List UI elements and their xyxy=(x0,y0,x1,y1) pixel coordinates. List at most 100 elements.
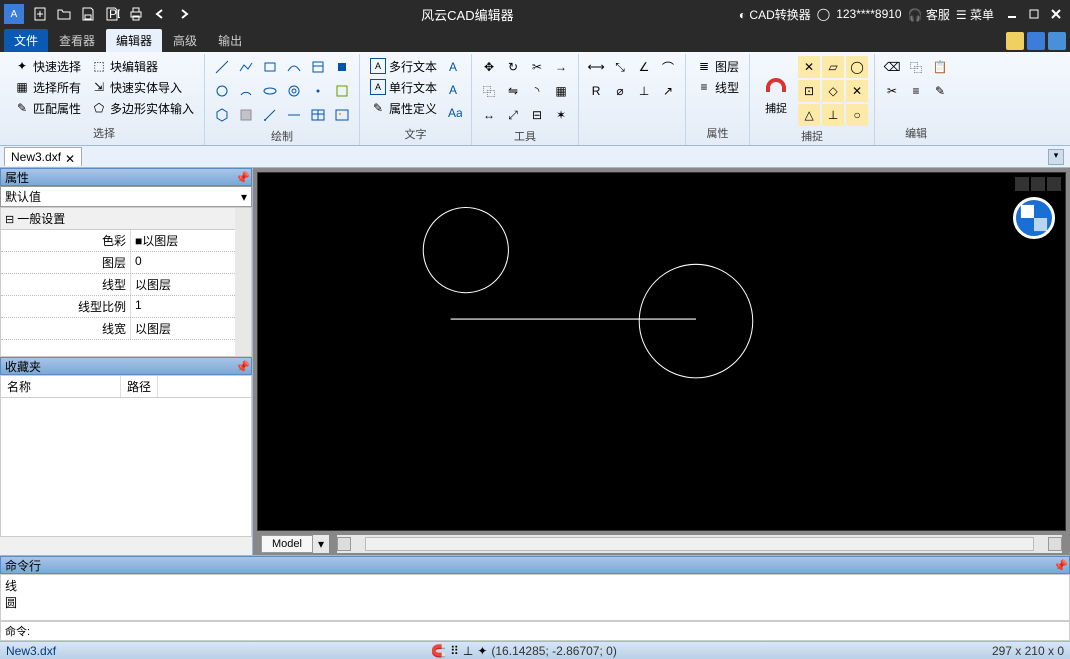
polygon-entity-input-button[interactable]: ⬠多边形实体输入 xyxy=(87,98,198,118)
scroll-right-icon[interactable] xyxy=(1048,537,1062,551)
tool-scale-icon[interactable]: ⤢ xyxy=(502,104,524,126)
view-cube-icon[interactable] xyxy=(1013,197,1055,239)
draw-region-icon[interactable] xyxy=(235,104,257,126)
snap-button[interactable]: 捕捉 xyxy=(756,56,796,126)
command-history[interactable]: 线 圆 xyxy=(0,574,1070,621)
drawing-canvas[interactable] xyxy=(257,172,1066,531)
canvas-max-icon[interactable] xyxy=(1031,177,1045,191)
edit-props-icon[interactable]: ≡ xyxy=(905,80,927,102)
draw-arc-icon[interactable] xyxy=(235,80,257,102)
open-icon[interactable] xyxy=(53,3,75,25)
tool-trim-icon[interactable]: ✂ xyxy=(526,56,548,78)
draw-ray-icon[interactable] xyxy=(259,104,281,126)
fav-col-path[interactable]: 路径 xyxy=(121,376,158,397)
text-style-icon[interactable]: A xyxy=(443,56,465,78)
command-input[interactable] xyxy=(34,625,1069,637)
tool-break-icon[interactable]: ⊟ xyxy=(526,104,548,126)
layout-dropdown-icon[interactable]: ▾ xyxy=(313,537,329,551)
tool-stretch-icon[interactable]: ↔ xyxy=(478,104,500,126)
layer-button[interactable]: ≣图层 xyxy=(692,56,743,76)
snap-tan-icon[interactable]: ○ xyxy=(846,104,868,126)
draw-point-icon[interactable] xyxy=(307,80,329,102)
tool-array-icon[interactable]: ▦ xyxy=(550,80,572,102)
scroll-left-icon[interactable] xyxy=(337,537,351,551)
draw-3d-icon[interactable] xyxy=(211,104,233,126)
snap-perp-icon[interactable]: ⊥ xyxy=(822,104,844,126)
draw-hatch-icon[interactable] xyxy=(307,56,329,78)
linetype-button[interactable]: ≡线型 xyxy=(692,77,743,97)
draw-insert-icon[interactable] xyxy=(331,80,353,102)
converter-link[interactable]: ◐ CAD转换器 xyxy=(739,6,811,23)
tool-move-icon[interactable]: ✥ xyxy=(478,56,500,78)
snap-node-icon[interactable]: ⊡ xyxy=(798,80,820,102)
tab-advanced[interactable]: 高级 xyxy=(163,29,207,52)
draw-image-icon[interactable] xyxy=(331,104,353,126)
tool-copy-icon[interactable]: ⿻ xyxy=(478,80,500,102)
block-editor-button[interactable]: ⬚块编辑器 xyxy=(87,56,198,76)
close-tab-icon[interactable]: ✕ xyxy=(65,152,75,162)
dim-ordinate-icon[interactable]: ⊥ xyxy=(633,80,655,102)
edit-cut-icon[interactable]: ✂ xyxy=(881,80,903,102)
service-link[interactable]: 🎧 客服 xyxy=(908,6,950,23)
dim-arc-icon[interactable]: ⌒ xyxy=(657,56,679,78)
doc-tabs-dropdown-icon[interactable]: ▾ xyxy=(1048,149,1064,165)
snap-ins-icon[interactable]: △ xyxy=(798,104,820,126)
dim-diameter-icon[interactable]: ⌀ xyxy=(609,80,631,102)
canvas-dock-icon[interactable] xyxy=(1015,177,1029,191)
dim-leader-icon[interactable]: ↗ xyxy=(657,80,679,102)
new-icon[interactable] xyxy=(29,3,51,25)
draw-solid-icon[interactable] xyxy=(331,56,353,78)
save-icon[interactable] xyxy=(77,3,99,25)
model-tab[interactable]: Model xyxy=(261,535,313,553)
edit-copy-icon[interactable]: ⿻ xyxy=(905,56,927,78)
dim-linear-icon[interactable]: ⟷ xyxy=(585,56,607,78)
text-find-icon[interactable]: A xyxy=(443,79,465,101)
tool-rotate-icon[interactable]: ↻ xyxy=(502,56,524,78)
edit-paste-icon[interactable]: 📋 xyxy=(929,56,951,78)
undo-icon[interactable] xyxy=(149,3,171,25)
tool-theme-icon[interactable] xyxy=(1027,32,1045,50)
prop-section-general[interactable]: ⊟ 一般设置 xyxy=(1,208,251,230)
redo-icon[interactable] xyxy=(173,3,195,25)
tool-extend-icon[interactable]: → xyxy=(550,56,572,78)
draw-ellipse-icon[interactable] xyxy=(259,80,281,102)
draw-line-icon[interactable] xyxy=(211,56,233,78)
tool-help-icon[interactable] xyxy=(1048,32,1066,50)
menu-link[interactable]: ☰ 菜单 xyxy=(956,6,994,23)
singleline-text-button[interactable]: A单行文本 xyxy=(366,77,441,97)
draw-rect-icon[interactable] xyxy=(259,56,281,78)
attr-def-button[interactable]: ✎属性定义 xyxy=(366,98,441,118)
canvas-close-icon[interactable] xyxy=(1047,177,1061,191)
print-icon[interactable] xyxy=(125,3,147,25)
minimize-button[interactable] xyxy=(1002,5,1022,23)
status-snap-icon[interactable]: 🧲 xyxy=(431,644,446,658)
status-grid-icon[interactable]: ⠿ xyxy=(450,644,459,658)
saveas-icon[interactable]: PDF xyxy=(101,3,123,25)
close-button[interactable] xyxy=(1046,5,1066,23)
quick-select-button[interactable]: ✦快速选择 xyxy=(10,56,85,76)
document-tab[interactable]: New3.dxf ✕ xyxy=(4,147,82,166)
select-all-button[interactable]: ▦选择所有 xyxy=(10,77,85,97)
draw-circle-icon[interactable] xyxy=(211,80,233,102)
horizontal-scrollbar[interactable] xyxy=(337,535,1062,553)
pin-icon[interactable]: 📌 xyxy=(235,360,247,372)
match-props-button[interactable]: ✎匹配属性 xyxy=(10,98,85,118)
properties-scrollbar[interactable] xyxy=(235,208,251,356)
draw-xline-icon[interactable] xyxy=(283,104,305,126)
fav-col-name[interactable]: 名称 xyxy=(1,376,121,397)
text-spell-icon[interactable]: Aa xyxy=(443,102,465,124)
dim-radius-icon[interactable]: R xyxy=(585,80,607,102)
snap-center-icon[interactable]: ◯ xyxy=(846,56,868,78)
draw-table-icon[interactable] xyxy=(307,104,329,126)
maximize-button[interactable] xyxy=(1024,5,1044,23)
tool-highlight-icon[interactable] xyxy=(1006,32,1024,50)
tab-file[interactable]: 文件 xyxy=(4,29,48,52)
dim-aligned-icon[interactable]: ⤡ xyxy=(609,56,631,78)
snap-end-icon[interactable]: ✕ xyxy=(798,56,820,78)
tab-viewer[interactable]: 查看器 xyxy=(49,29,105,52)
tool-fillet-icon[interactable]: ◝ xyxy=(526,80,548,102)
draw-spline-icon[interactable] xyxy=(283,56,305,78)
status-polar-icon[interactable]: ✦ xyxy=(477,644,487,658)
edit-erase-icon[interactable]: ⌫ xyxy=(881,56,903,78)
draw-donut-icon[interactable] xyxy=(283,80,305,102)
